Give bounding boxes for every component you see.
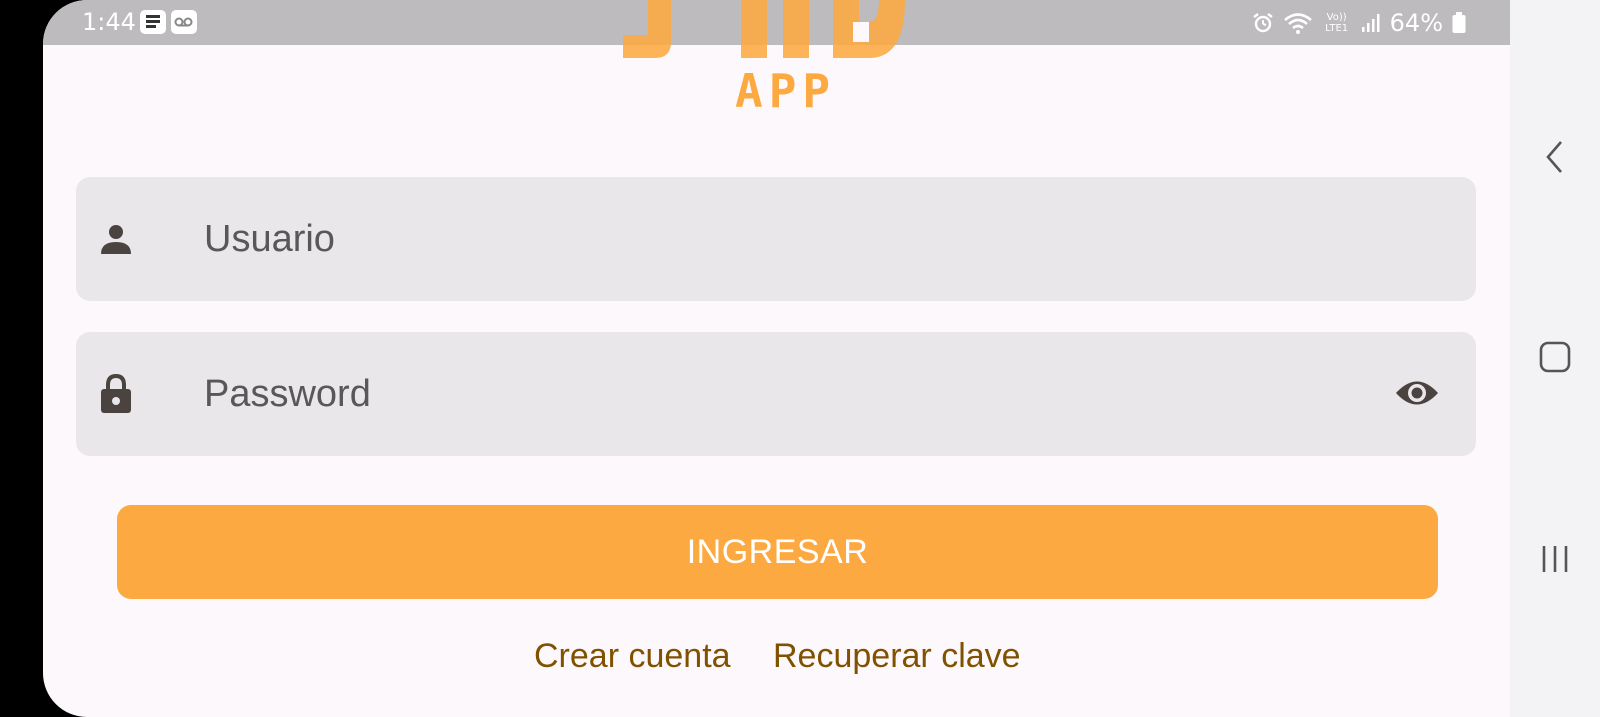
lock-icon xyxy=(100,373,132,419)
password-field[interactable] xyxy=(76,332,1476,456)
password-input[interactable] xyxy=(204,332,1354,456)
eye-icon[interactable] xyxy=(1394,373,1440,413)
username-input[interactable] xyxy=(204,177,1354,301)
notification-app-icon xyxy=(140,10,166,34)
home-icon[interactable] xyxy=(1534,336,1576,378)
battery-icon xyxy=(1452,12,1466,34)
signal-icon xyxy=(1361,13,1381,33)
voicemail-notification-icon xyxy=(171,10,197,34)
app-screen: 1:44 Vo)) LTE1 64% APP Usuario INGRESAR … xyxy=(43,0,1510,717)
system-navigation-bar xyxy=(1510,0,1600,717)
logo-text: APP xyxy=(735,64,837,118)
alarm-icon xyxy=(1252,12,1274,34)
recents-icon[interactable] xyxy=(1534,538,1576,580)
back-icon[interactable] xyxy=(1534,136,1576,178)
network-type-label: Vo)) LTE1 xyxy=(1325,12,1349,34)
person-icon xyxy=(100,223,132,260)
create-account-link[interactable]: Crear cuenta xyxy=(534,637,731,676)
login-button[interactable]: INGRESAR xyxy=(117,505,1438,599)
app-logo: APP xyxy=(623,0,943,118)
status-time: 1:44 xyxy=(82,8,136,36)
username-field[interactable] xyxy=(76,177,1476,301)
recover-password-link[interactable]: Recuperar clave xyxy=(773,637,1021,676)
status-indicators: Vo)) LTE1 64% xyxy=(1252,8,1466,38)
battery-percent: 64% xyxy=(1389,9,1443,37)
wifi-icon xyxy=(1283,11,1313,35)
